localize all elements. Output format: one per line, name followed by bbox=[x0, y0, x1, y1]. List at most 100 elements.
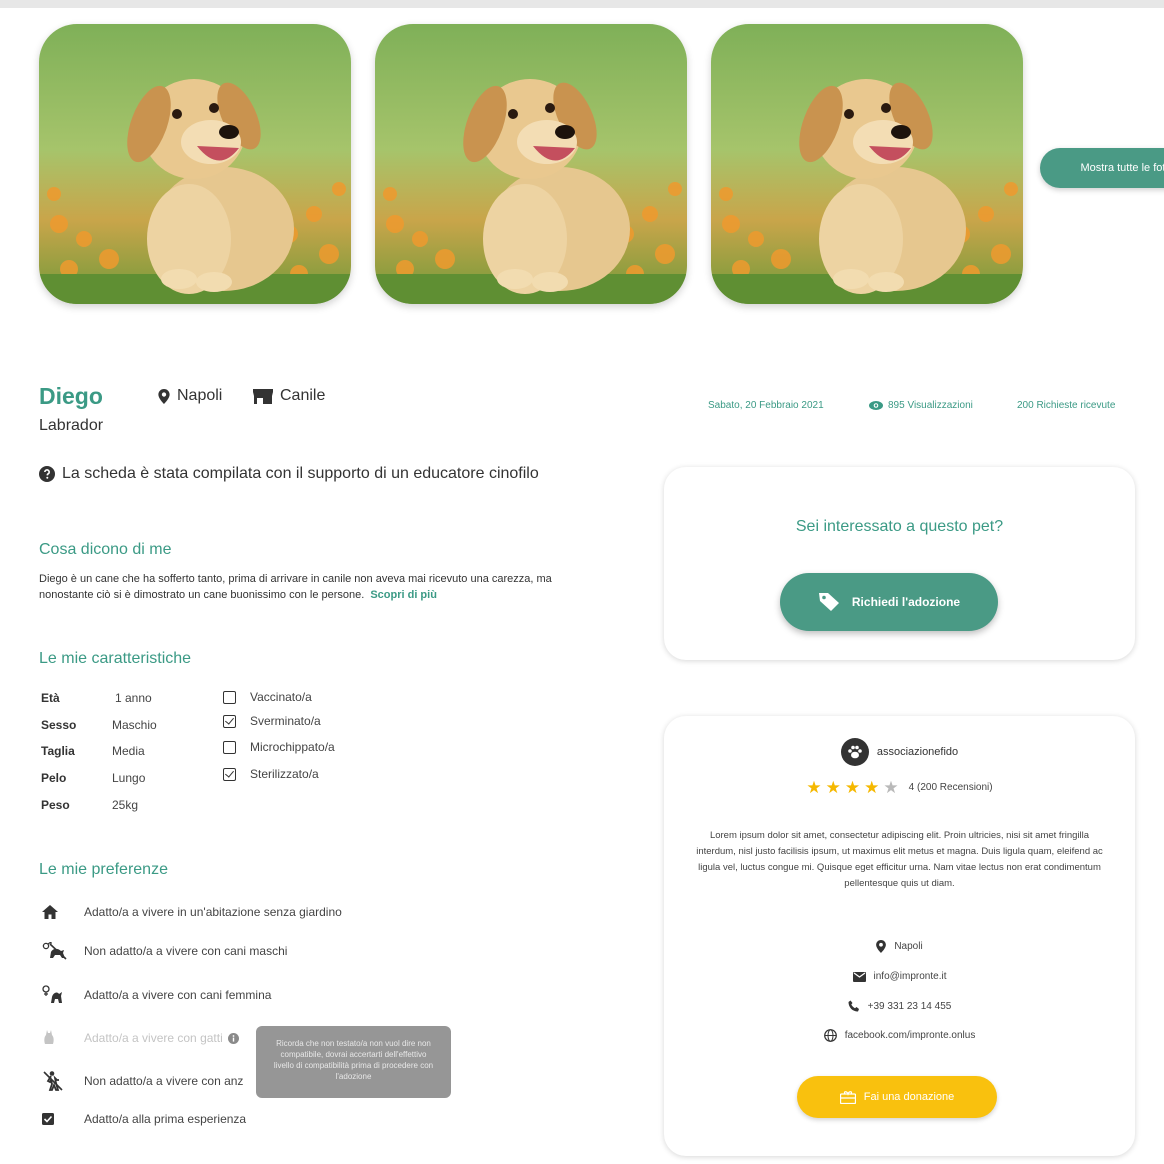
char-value-weight: 25kg bbox=[112, 798, 139, 812]
char-value-age: 1 anno bbox=[115, 691, 152, 705]
adoption-card: Sei interessato a questo pet? Richiedi l… bbox=[664, 467, 1135, 660]
publish-date-text: Sabato, 20 Febbraio 2021 bbox=[708, 400, 824, 411]
association-phone-text: +39 331 23 14 455 bbox=[867, 1000, 952, 1012]
check-microchipped-label: Microchippato/a bbox=[250, 740, 335, 754]
star-icon: ★ bbox=[864, 778, 880, 797]
association-city-text: Napoli bbox=[894, 941, 923, 952]
association-phone[interactable]: +39 331 23 14 455 bbox=[664, 1000, 1135, 1012]
pet-photo-3[interactable] bbox=[711, 24, 1023, 304]
characteristics-section-title: Le mie caratteristiche bbox=[39, 650, 192, 667]
pref-male-dogs: Non adatto/a a vivere con cani maschi bbox=[42, 942, 287, 960]
pet-photo-1[interactable] bbox=[39, 24, 351, 304]
checkbox-icon bbox=[42, 1113, 54, 1125]
pet-place: Canile bbox=[253, 387, 325, 405]
views-count-text: 895 Visualizzazioni bbox=[888, 400, 973, 411]
pet-location-label: Napoli bbox=[177, 387, 223, 404]
mail-icon bbox=[852, 971, 866, 982]
star-icon: ★ bbox=[825, 778, 841, 797]
association-email[interactable]: info@impronte.it bbox=[664, 971, 1135, 982]
educator-support-note: La scheda è stata compilata con il suppo… bbox=[39, 465, 539, 483]
char-value-size: Media bbox=[112, 744, 145, 758]
request-adoption-label: Richiedi l'adozione bbox=[851, 595, 961, 609]
check-microchipped: Microchippato/a bbox=[223, 740, 335, 754]
request-adoption-button[interactable]: Richiedi l'adozione bbox=[780, 573, 998, 631]
pref-elderly: Non adatto/a a vivere con anz bbox=[42, 1071, 244, 1091]
check-vaccinated-label: Vaccinato/a bbox=[250, 690, 312, 704]
checkbox-dewormed bbox=[223, 714, 236, 728]
educator-support-text: La scheda è stata compilata con il suppo… bbox=[62, 465, 539, 482]
pref-first-experience-label: Adatto/a alla prima esperienza bbox=[84, 1112, 247, 1126]
location-pin-icon bbox=[876, 940, 887, 953]
donate-button[interactable]: Fai una donazione bbox=[797, 1076, 997, 1118]
association-avatar bbox=[840, 738, 869, 766]
checkbox-sterilized bbox=[223, 767, 236, 781]
star-icon: ★ bbox=[806, 778, 822, 797]
association-city: Napoli bbox=[664, 940, 1135, 953]
compatibility-tooltip: Ricorda che non testato/a non vuol dire … bbox=[256, 1026, 451, 1098]
pet-photo-2[interactable] bbox=[375, 24, 687, 304]
char-value-coat: Lungo bbox=[112, 771, 146, 785]
association-description: Lorem ipsum dolor sit amet, consectetur … bbox=[696, 830, 1103, 889]
eye-icon bbox=[869, 401, 883, 410]
read-more-link[interactable]: Scopri di più bbox=[370, 589, 437, 601]
gift-icon bbox=[839, 1090, 856, 1104]
char-label-coat: Pelo bbox=[41, 771, 67, 785]
association-card: associazionefido ★ ★ ★ ★ ★ 4 (200 Recens… bbox=[664, 716, 1135, 1156]
cat-icon bbox=[44, 1030, 54, 1044]
char-label-sex: Sesso bbox=[41, 718, 77, 732]
about-description: Diego è un cane che ha sofferto tanto, p… bbox=[39, 571, 599, 603]
male-dog-crossed-icon bbox=[42, 942, 67, 960]
about-section-title: Cosa dicono di me bbox=[39, 541, 172, 558]
char-label-age: Età bbox=[41, 691, 60, 705]
checkbox-vaccinated bbox=[223, 690, 236, 704]
rating-text: 4 (200 Recensioni) bbox=[908, 782, 993, 793]
pref-no-garden: Adatto/a a vivere in un'abitazione senza… bbox=[42, 903, 342, 921]
star-icon: ★ bbox=[844, 778, 861, 797]
pref-cats: Adatto/a a vivere con gatti bbox=[42, 1029, 239, 1047]
char-value-sex: Maschio bbox=[112, 718, 157, 732]
star-empty-icon: ★ bbox=[883, 778, 899, 797]
char-label-weight: Peso bbox=[41, 798, 70, 812]
association-email-text: info@impronte.it bbox=[873, 971, 947, 982]
show-all-photos-button[interactable]: Mostra tutte le foto bbox=[1040, 148, 1164, 188]
pref-female-dogs: Adatto/a a vivere con cani femmina bbox=[42, 985, 272, 1004]
adoption-card-title: Sei interessato a questo pet? bbox=[795, 518, 1004, 535]
char-label-size: Taglia bbox=[41, 744, 75, 758]
association-website[interactable]: facebook.com/impronte.onlus bbox=[664, 1029, 1135, 1042]
tag-icon bbox=[818, 593, 839, 611]
donate-label: Fai una donazione bbox=[863, 1091, 955, 1103]
views-count: 895 Visualizzazioni bbox=[869, 400, 973, 411]
help-circle-icon bbox=[39, 466, 55, 482]
check-vaccinated: Vaccinato/a bbox=[223, 690, 312, 704]
pref-no-garden-label: Adatto/a a vivere in un'abitazione senza… bbox=[84, 905, 342, 919]
association-rating: ★ ★ ★ ★ ★ 4 (200 Recensioni) bbox=[664, 779, 1135, 796]
checkbox-microchipped bbox=[223, 740, 236, 754]
pref-cats-label: Adatto/a a vivere con gatti bbox=[84, 1031, 223, 1045]
publish-date: Sabato, 20 Febbraio 2021 bbox=[708, 400, 824, 411]
shelter-store-icon bbox=[253, 388, 273, 404]
elderly-crossed-icon bbox=[43, 1071, 63, 1091]
preferences-section-title: Le mie preferenze bbox=[39, 861, 168, 878]
check-sterilized: Sterilizzato/a bbox=[223, 767, 319, 781]
globe-icon bbox=[823, 1029, 837, 1042]
pet-name: Diego bbox=[39, 383, 103, 409]
requests-count: 200 Richieste ricevute bbox=[1017, 400, 1115, 411]
check-sterilized-label: Sterilizzato/a bbox=[250, 767, 319, 781]
check-dewormed: Sverminato/a bbox=[223, 714, 321, 728]
association-website-text: facebook.com/impronte.onlus bbox=[844, 1030, 976, 1041]
requests-count-text: 200 Richieste ricevute bbox=[1017, 400, 1116, 411]
info-circle-icon[interactable] bbox=[227, 1032, 239, 1044]
female-dog-icon bbox=[42, 985, 62, 1003]
about-text: Diego è un cane che ha sofferto tanto, p… bbox=[39, 573, 552, 601]
location-pin-icon bbox=[158, 388, 170, 404]
pref-elderly-label: Non adatto/a a vivere con anz bbox=[84, 1074, 244, 1088]
pref-female-dogs-label: Adatto/a a vivere con cani femmina bbox=[84, 988, 272, 1002]
pet-place-label: Canile bbox=[280, 387, 326, 404]
association-header[interactable]: associazionefido bbox=[664, 738, 1135, 766]
phone-icon bbox=[848, 1000, 859, 1012]
association-name: associazionefido bbox=[876, 746, 959, 758]
pet-breed: Labrador bbox=[39, 417, 104, 434]
paw-icon bbox=[848, 745, 862, 759]
pref-male-dogs-label: Non adatto/a a vivere con cani maschi bbox=[84, 944, 288, 958]
house-icon bbox=[42, 905, 58, 919]
